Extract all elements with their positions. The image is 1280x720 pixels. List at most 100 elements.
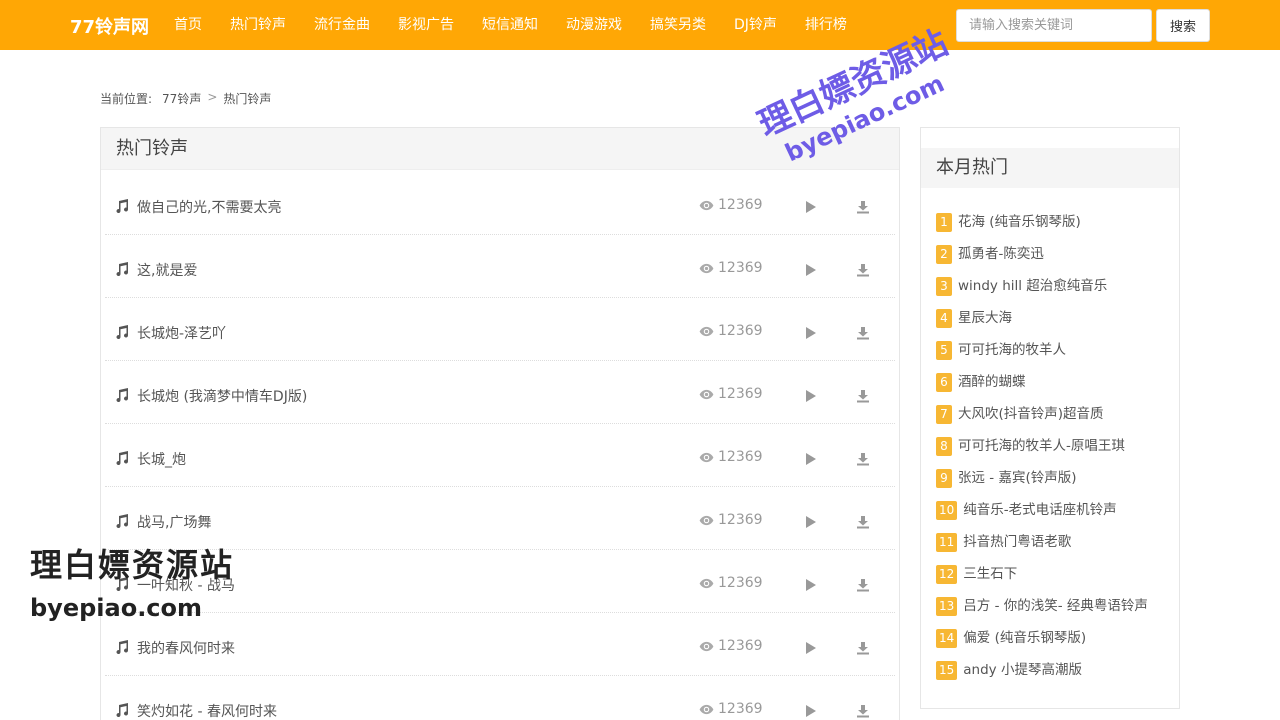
- ranking-item[interactable]: 9 张远 - 嘉宾(铃声版): [936, 469, 1176, 501]
- ranking-item[interactable]: 3 windy hill 超治愈纯音乐: [936, 277, 1176, 309]
- play-icon[interactable]: [805, 578, 817, 592]
- nav-item-funny[interactable]: 搞笑另类: [636, 0, 720, 50]
- nav-item-dj[interactable]: DJ铃声: [720, 0, 791, 50]
- sidebar-title: 本月热门: [921, 148, 1179, 188]
- ringtone-title[interactable]: 长城_炮: [137, 449, 186, 469]
- ranking-item[interactable]: 4 星辰大海: [936, 309, 1176, 341]
- nav-item-hot-ringtones[interactable]: 热门铃声: [216, 0, 300, 50]
- search-input[interactable]: [956, 9, 1152, 42]
- ranking-item-title: 可可托海的牧羊人-原唱王琪: [958, 438, 1125, 454]
- ringtone-title[interactable]: 一叶知秋 - 战马: [137, 575, 235, 595]
- ranking-item[interactable]: 1 花海 (纯音乐钢琴版): [936, 213, 1176, 245]
- ringtone-title[interactable]: 做自己的光,不需要太亮: [137, 197, 281, 217]
- rank-badge: 1: [936, 213, 952, 232]
- ringtone-title[interactable]: 长城炮 (我滴梦中情车DJ版): [137, 386, 307, 406]
- download-icon[interactable]: [856, 263, 870, 277]
- ranking-item-title: 酒醉的蝴蝶: [958, 374, 1026, 390]
- ranking-item-title: andy 小提琴高潮版: [963, 662, 1082, 678]
- ranking-item[interactable]: 11 抖音热门粤语老歌: [936, 533, 1176, 565]
- ranking-item-title: 偏爱 (纯音乐钢琴版): [963, 630, 1087, 646]
- view-count: 12369: [699, 197, 763, 213]
- play-icon[interactable]: [805, 452, 817, 466]
- music-note-icon: [115, 451, 129, 466]
- ranking-item-title: windy hill 超治愈纯音乐: [958, 278, 1108, 294]
- music-note-icon: [115, 199, 129, 214]
- play-icon[interactable]: [805, 200, 817, 214]
- eye-icon: [699, 704, 714, 715]
- ranking-item-title: 张远 - 嘉宾(铃声版): [958, 470, 1077, 486]
- nav-item-home[interactable]: 首页: [160, 0, 216, 50]
- ringtone-title[interactable]: 笑灼如花 - 春风何时来: [137, 701, 277, 720]
- download-icon[interactable]: [856, 578, 870, 592]
- eye-icon: [699, 200, 714, 211]
- eye-icon: [699, 326, 714, 337]
- top-navbar: 77铃声网 首页 热门铃声 流行金曲 影视广告 短信通知 动漫游戏 搞笑另类 D…: [0, 0, 1280, 50]
- download-icon[interactable]: [856, 452, 870, 466]
- view-count-value: 12369: [718, 449, 763, 465]
- download-icon[interactable]: [856, 389, 870, 403]
- rank-badge: 11: [936, 533, 958, 552]
- nav-item-sms-notify[interactable]: 短信通知: [468, 0, 552, 50]
- play-icon[interactable]: [805, 704, 817, 718]
- search-button[interactable]: 搜索: [1156, 9, 1210, 42]
- ringtone-row: 我的春风何时来 12369: [105, 613, 895, 676]
- ranking-item-title: 孤勇者-陈奕迅: [958, 246, 1044, 262]
- hot-ranking-list: 1 花海 (纯音乐钢琴版) 2 孤勇者-陈奕迅 3 windy hill 超治愈纯音乐 4 星…: [936, 213, 1176, 693]
- view-count-value: 12369: [718, 386, 763, 402]
- ringtone-row: 长城_炮 12369: [105, 424, 895, 487]
- nav-item-pop-hits[interactable]: 流行金曲: [300, 0, 384, 50]
- nav-item-film-ads[interactable]: 影视广告: [384, 0, 468, 50]
- nav-item-ranking[interactable]: 排行榜: [791, 0, 861, 50]
- ranking-item[interactable]: 15 andy 小提琴高潮版: [936, 661, 1176, 693]
- ranking-item[interactable]: 12 三生石下: [936, 565, 1176, 597]
- rank-badge: 13: [936, 597, 958, 616]
- download-icon[interactable]: [856, 515, 870, 529]
- download-icon[interactable]: [856, 641, 870, 655]
- ranking-item[interactable]: 10 纯音乐-老式电话座机铃声: [936, 501, 1176, 533]
- ranking-item[interactable]: 14 偏爱 (纯音乐钢琴版): [936, 629, 1176, 661]
- play-icon[interactable]: [805, 641, 817, 655]
- rank-badge: 3: [936, 277, 952, 296]
- play-icon[interactable]: [805, 326, 817, 340]
- view-count: 12369: [699, 701, 763, 717]
- panel-title: 热门铃声: [101, 128, 899, 170]
- ringtone-list: 做自己的光,不需要太亮 12369 这,就是爱 12369 长城炮-泽艺吖 12369 长城…: [105, 172, 895, 720]
- eye-icon: [699, 389, 714, 400]
- music-note-icon: [115, 514, 129, 529]
- ranking-item[interactable]: 2 孤勇者-陈奕迅: [936, 245, 1176, 277]
- view-count-value: 12369: [718, 638, 763, 654]
- music-note-icon: [115, 577, 129, 592]
- breadcrumb-home-link[interactable]: 77铃声: [162, 90, 201, 107]
- music-note-icon: [115, 325, 129, 340]
- ranking-item[interactable]: 13 吕方 - 你的浅笑- 经典粤语铃声: [936, 597, 1176, 629]
- download-icon[interactable]: [856, 200, 870, 214]
- ringtone-title[interactable]: 我的春风何时来: [137, 638, 235, 658]
- download-icon[interactable]: [856, 326, 870, 340]
- ringtone-row: 笑灼如花 - 春风何时来 12369: [105, 676, 895, 720]
- view-count: 12369: [699, 449, 763, 465]
- breadcrumb: 当前位置: 77铃声 > 热门铃声: [100, 90, 271, 107]
- nav-item-anime-games[interactable]: 动漫游戏: [552, 0, 636, 50]
- ringtone-title[interactable]: 长城炮-泽艺吖: [137, 323, 226, 343]
- play-icon[interactable]: [805, 263, 817, 277]
- ranking-item-title: 吕方 - 你的浅笑- 经典粤语铃声: [963, 598, 1148, 614]
- ringtone-row: 长城炮-泽艺吖 12369: [105, 298, 895, 361]
- ringtone-title[interactable]: 战马,广场舞: [137, 512, 211, 532]
- ranking-item[interactable]: 5 可可托海的牧羊人: [936, 341, 1176, 373]
- ranking-item-title: 星辰大海: [958, 310, 1012, 326]
- ringtone-title[interactable]: 这,就是爱: [137, 260, 197, 280]
- ranking-item[interactable]: 6 酒醉的蝴蝶: [936, 373, 1176, 405]
- site-logo[interactable]: 77铃声网: [70, 13, 149, 39]
- view-count-value: 12369: [718, 701, 763, 717]
- view-count-value: 12369: [718, 197, 763, 213]
- play-icon[interactable]: [805, 389, 817, 403]
- play-icon[interactable]: [805, 515, 817, 529]
- eye-icon: [699, 263, 714, 274]
- download-icon[interactable]: [856, 704, 870, 718]
- ringtone-list-panel: 热门铃声 做自己的光,不需要太亮 12369 这,就是爱 12369 长城炮-泽艺吖 12…: [100, 127, 900, 720]
- music-note-icon: [115, 640, 129, 655]
- rank-badge: 14: [936, 629, 958, 648]
- ranking-item[interactable]: 7 大风吹(抖音铃声)超音质: [936, 405, 1176, 437]
- ranking-item[interactable]: 8 可可托海的牧羊人-原唱王琪: [936, 437, 1176, 469]
- eye-icon: [699, 515, 714, 526]
